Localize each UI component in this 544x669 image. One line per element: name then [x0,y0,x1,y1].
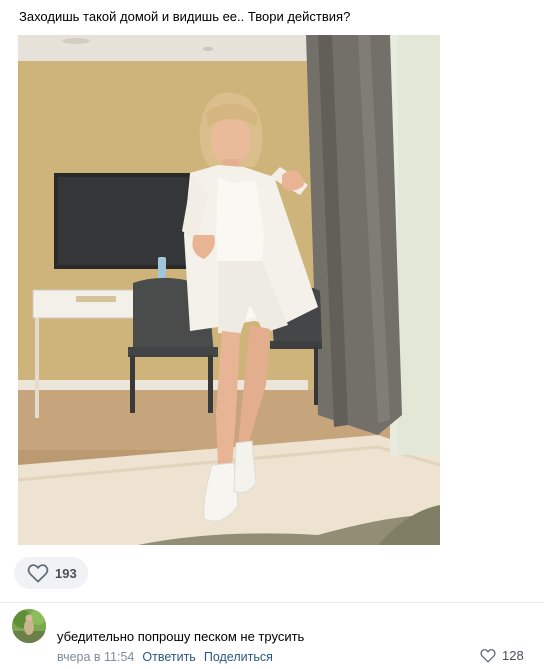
avatar[interactable] [12,609,46,643]
comment-like-button[interactable]: 128 [480,648,524,663]
comment-like-count: 128 [502,648,524,663]
post-text: Заходишь такой домой и видишь ее.. Твори… [19,9,351,24]
heart-outline-icon [480,649,496,663]
reply-link[interactable]: Ответить [142,650,195,665]
comment-text: убедительно попрошу песком не трусить [57,629,305,644]
heart-outline-icon [27,564,49,583]
photo-illustration [18,35,440,545]
share-link[interactable]: Поделиться [204,650,273,665]
post-like-button[interactable]: 193 [14,557,88,589]
comment-meta: вчера в 11:54 Ответить Поделиться [57,650,273,665]
avatar-image [12,609,46,643]
comments-divider [0,602,544,603]
post-photo[interactable] [18,35,440,545]
comment-time: вчера в 11:54 [57,650,135,664]
post-like-count: 193 [55,565,77,581]
